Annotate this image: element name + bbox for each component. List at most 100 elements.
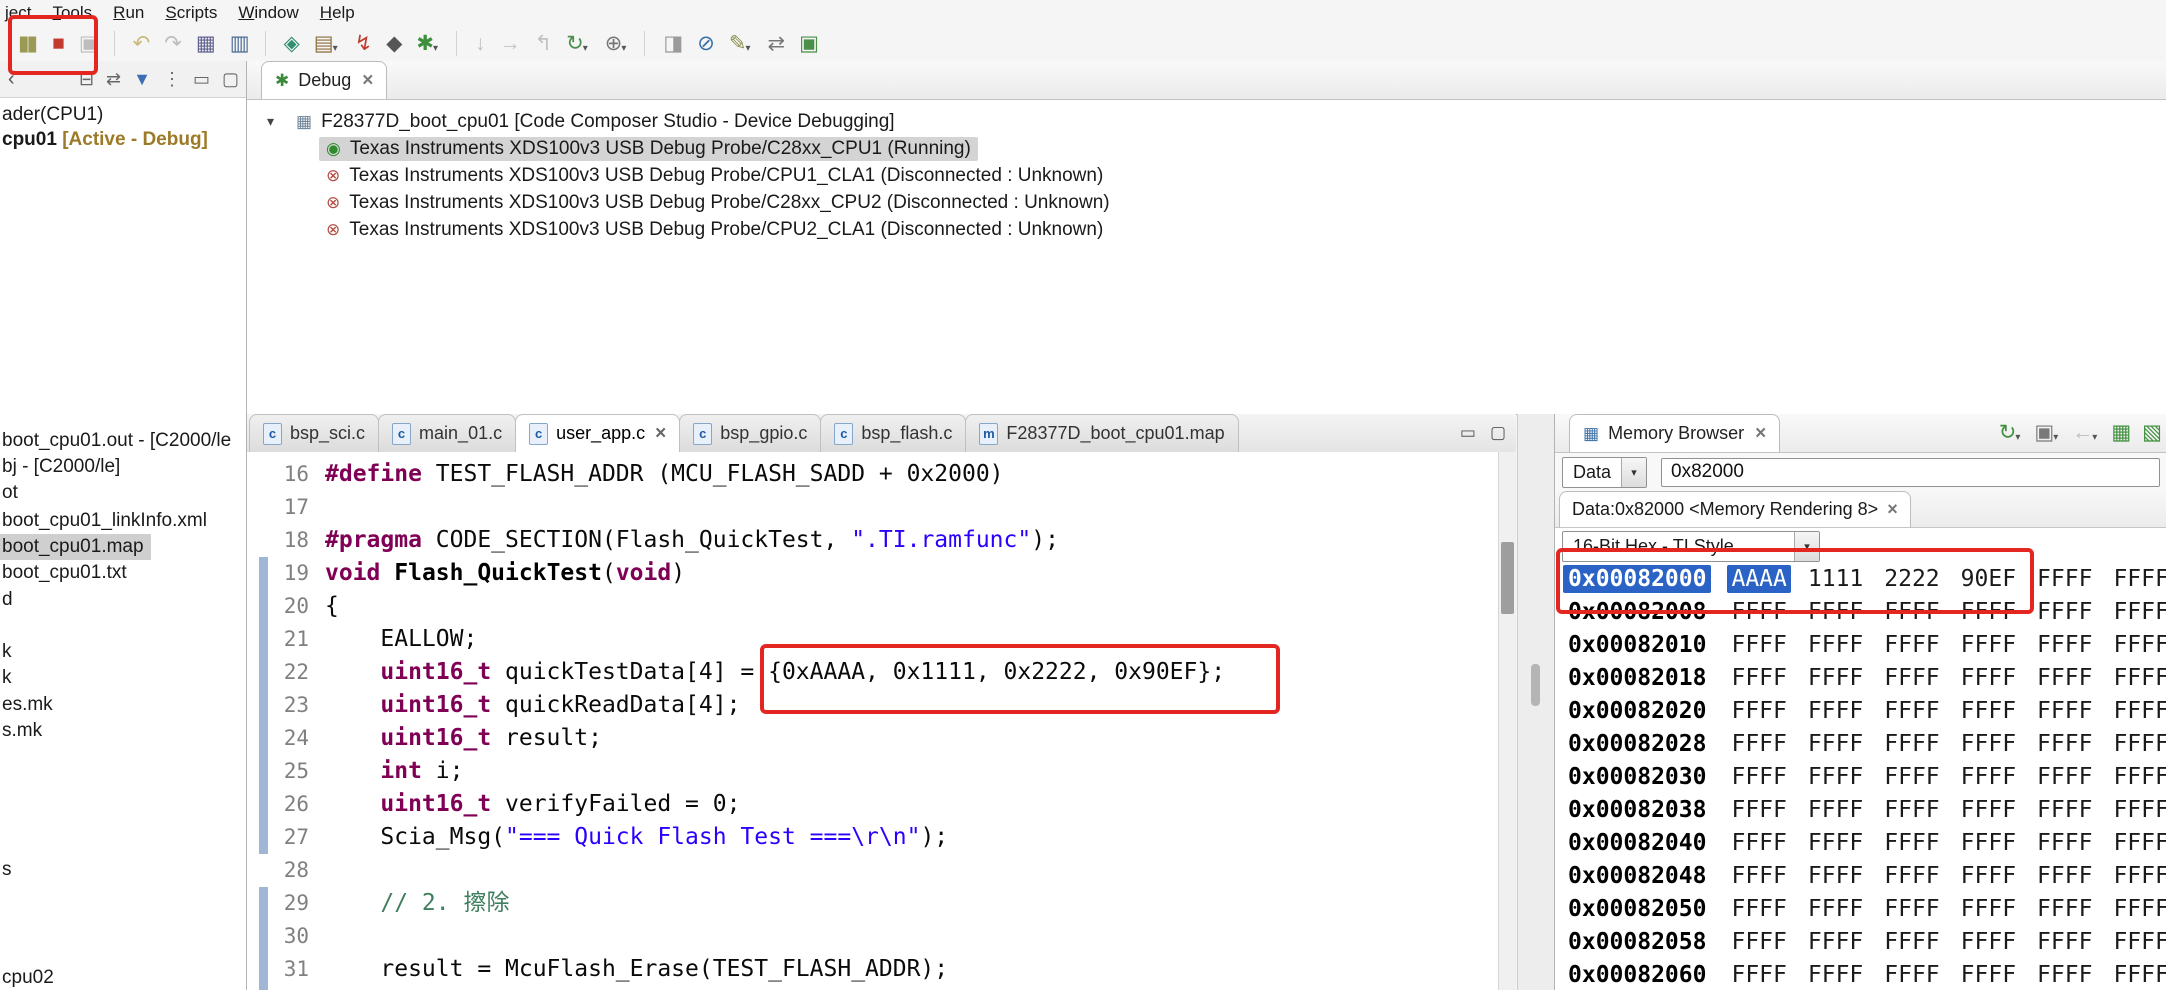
chevron-down-icon[interactable]: ▾ xyxy=(333,43,338,54)
splitter[interactable] xyxy=(1517,414,1555,990)
line-number[interactable]: 28 xyxy=(247,854,309,887)
chevron-down-icon[interactable]: ▾ xyxy=(2015,433,2020,443)
memory-address-input[interactable] xyxy=(1661,457,2160,487)
splitter-handle[interactable] xyxy=(1531,664,1540,706)
memory-cell[interactable]: FFFF xyxy=(2037,962,2092,988)
debug-tree-node[interactable]: ⊗ Texas Instruments XDS100v3 USB Debug Pr… xyxy=(247,216,2166,243)
flash-settings-button[interactable]: ↯ xyxy=(353,30,373,57)
chevron-down-icon[interactable]: ▾ xyxy=(2092,433,2097,443)
memory-cell[interactable]: 90EF xyxy=(1961,566,2016,592)
memory-cell[interactable]: FFFF xyxy=(1808,764,1863,790)
memory-address[interactable]: 0x00082010 xyxy=(1563,631,1711,659)
undo-launch-button[interactable]: ↶ xyxy=(131,30,151,57)
memory-cell[interactable]: FFFF xyxy=(2113,665,2166,691)
memory-address[interactable]: 0x00082008 xyxy=(1563,598,1711,626)
tab-debug[interactable]: ✱ Debug × xyxy=(261,61,388,99)
menu-tools[interactable]: Tools xyxy=(49,3,104,23)
line-number[interactable]: 17 xyxy=(247,491,309,524)
debug-tree-node[interactable]: ▾ ▦ F28377D_boot_cpu01 [Code Composer Stud… xyxy=(247,108,2166,135)
memory-cell[interactable]: FFFF xyxy=(1731,632,1786,658)
code-line[interactable]: 20 { xyxy=(247,590,1225,623)
explorer-item[interactable]: es.mk xyxy=(0,692,60,718)
tab-memory-browser[interactable]: ▦ Memory Browser × xyxy=(1569,414,1781,452)
menu-window[interactable]: Window xyxy=(235,3,310,23)
memory-cell[interactable]: FFFF xyxy=(1961,731,2016,757)
memory-cell[interactable]: FFFF xyxy=(1808,797,1863,823)
memory-cell[interactable]: FFFF xyxy=(1808,896,1863,922)
memory-cell[interactable]: FFFF xyxy=(1731,797,1786,823)
memory-cell[interactable]: FFFF xyxy=(2037,698,2092,724)
step-into-button[interactable]: ↓ xyxy=(473,30,485,57)
code-line[interactable]: 23 uint16_t quickReadData[4]; xyxy=(247,689,1225,722)
code-line[interactable]: 27 Scia_Msg("=== Quick Flash Test ===\r\… xyxy=(247,821,1225,854)
memory-cell[interactable]: FFFF xyxy=(1961,698,2016,724)
load-program-button[interactable]: ▤ ▾ xyxy=(312,30,340,57)
line-number[interactable]: 30 xyxy=(247,920,309,953)
explorer-item[interactable]: boot_cpu01.out - [C2000/le xyxy=(0,428,238,454)
memory-cell[interactable]: FFFF xyxy=(1884,896,1939,922)
advanced-tools-button[interactable]: ⊕ ▾ xyxy=(603,30,629,57)
memory-cell[interactable]: FFFF xyxy=(1808,863,1863,889)
explorer-item[interactable]: s xyxy=(0,857,19,883)
editor-tab[interactable]: c user_app.c × xyxy=(515,414,681,452)
line-number[interactable]: 25 xyxy=(247,755,309,788)
memory-cell[interactable]: FFFF xyxy=(1884,665,1939,691)
chevron-down-icon[interactable]: ▾ xyxy=(745,43,750,54)
memory-cell[interactable]: FFFF xyxy=(1884,929,1939,955)
memory-cell[interactable]: FFFF xyxy=(1884,698,1939,724)
chevron-down-icon[interactable]: ▾ xyxy=(1621,457,1647,487)
menu-scripts[interactable]: Scripts xyxy=(162,3,229,23)
terminate-button[interactable]: ■ xyxy=(50,30,65,57)
explorer-item[interactable]: cpu02 xyxy=(0,965,61,990)
step-over-button[interactable]: → xyxy=(498,30,521,57)
line-number[interactable]: 29 xyxy=(247,887,309,920)
memory-type-select[interactable]: Data ▾ xyxy=(1562,456,1648,488)
memory-cell[interactable]: FFFF xyxy=(2113,632,2166,658)
chevron-down-icon[interactable]: ▾ xyxy=(2053,433,2058,443)
memory-cell[interactable]: FFFF xyxy=(1961,797,2016,823)
code-line[interactable]: 21 EALLOW; xyxy=(247,623,1225,656)
code-line[interactable]: 24 uint16_t result; xyxy=(247,722,1225,755)
memory-address[interactable]: 0x00082018 xyxy=(1563,664,1711,692)
close-icon[interactable]: × xyxy=(1887,499,1898,520)
explorer-item[interactable]: boot_cpu01.txt xyxy=(0,560,134,586)
chevron-down-icon[interactable]: ▾ xyxy=(621,43,626,54)
line-number[interactable]: 27 xyxy=(247,821,309,854)
memory-cell[interactable]: FFFF xyxy=(2113,698,2166,724)
memory-cell[interactable]: FFFF xyxy=(1731,896,1786,922)
explorer-item[interactable]: ader(CPU1) xyxy=(0,102,110,128)
memory-cell[interactable]: FFFF xyxy=(2037,896,2092,922)
code-line[interactable]: 16 #define TEST_FLASH_ADDR (MCU_FLASH_SAD… xyxy=(247,458,1225,491)
memory-cell[interactable]: FFFF xyxy=(1961,929,2016,955)
new-rendering-button[interactable]: ▦ xyxy=(2109,419,2131,446)
explorer-item[interactable]: s.mk xyxy=(0,718,49,744)
memory-cell[interactable]: FFFF xyxy=(2113,566,2166,592)
memory-cell[interactable]: FFFF xyxy=(1884,599,1939,625)
memory-address[interactable]: 0x00082058 xyxy=(1563,928,1711,956)
explorer-item[interactable]: d xyxy=(0,587,20,613)
memory-cell[interactable]: FFFF xyxy=(2113,797,2166,823)
memory-cell[interactable]: FFFF xyxy=(2037,599,2092,625)
memory-cell[interactable]: FFFF xyxy=(1808,731,1863,757)
memory-cell[interactable]: FFFF xyxy=(1731,962,1786,988)
memory-cell[interactable]: FFFF xyxy=(2037,566,2092,592)
line-number[interactable]: 21 xyxy=(247,623,309,656)
memory-cell[interactable]: FFFF xyxy=(1808,698,1863,724)
memory-cell[interactable]: FFFF xyxy=(1731,731,1786,757)
explorer-item[interactable]: boot_cpu01.map xyxy=(0,534,151,560)
suspend-button[interactable]: ▮▮ xyxy=(16,30,38,57)
registers-view-button[interactable]: ▦ xyxy=(194,30,216,57)
memory-address[interactable]: 0x00082020 xyxy=(1563,697,1711,725)
memory-format-select[interactable]: 16-Bit Hex - TI Style ▾ xyxy=(1562,530,1820,562)
memory-cell[interactable]: FFFF xyxy=(1731,830,1786,856)
memory-cell[interactable]: FFFF xyxy=(1884,962,1939,988)
memory-cell[interactable]: FFFF xyxy=(1808,599,1863,625)
menu-ject[interactable]: ject xyxy=(2,3,43,23)
line-number[interactable]: 22 xyxy=(247,656,309,689)
line-number[interactable]: 16 xyxy=(247,458,309,491)
code-line[interactable]: 18 #pragma CODE_SECTION(Flash_QuickTest, … xyxy=(247,524,1225,557)
memory-cell[interactable]: FFFF xyxy=(1884,797,1939,823)
close-icon[interactable]: × xyxy=(655,423,666,445)
scrollbar-thumb[interactable] xyxy=(1501,542,1514,614)
code-line[interactable]: 29 // 2. 擦除 xyxy=(247,887,1225,920)
